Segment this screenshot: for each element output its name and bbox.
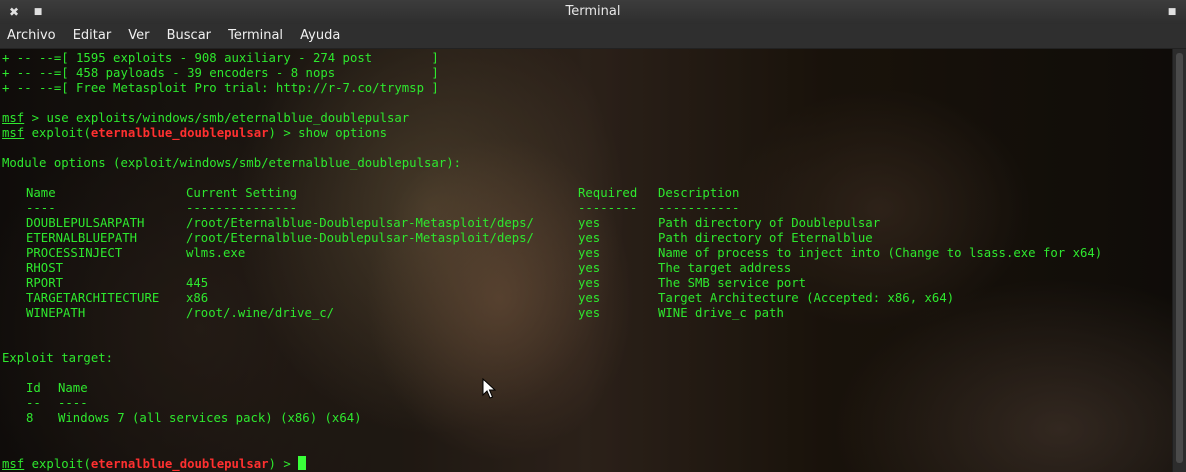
option-required: yes bbox=[578, 306, 601, 320]
banner-line: + -- --=[ Free Metasploit Pro trial: htt… bbox=[2, 81, 439, 95]
msf-prompt: msf bbox=[2, 126, 25, 140]
col-underline: -------- bbox=[578, 201, 638, 215]
option-setting: /root/.wine/drive_c/ bbox=[186, 306, 335, 320]
active-prompt-line[interactable]: msf exploit(eternalblue_doublepulsar) > bbox=[2, 456, 307, 471]
use-command: use exploits/windows/smb/eternalblue_dou… bbox=[46, 111, 410, 125]
window-title: Terminal bbox=[565, 4, 621, 19]
mouse-pointer-icon bbox=[482, 378, 496, 399]
col-underline: ---- bbox=[58, 396, 88, 410]
menu-archivo[interactable]: Archivo bbox=[0, 24, 62, 48]
option-setting: wlms.exe bbox=[186, 246, 246, 260]
option-setting: /root/Eternalblue-Doublepulsar-Metasploi… bbox=[186, 231, 534, 245]
option-name: PROCESSINJECT bbox=[26, 246, 123, 260]
target-name: Windows 7 (all services pack) (x86) (x64… bbox=[58, 411, 362, 425]
col-underline: ----------- bbox=[658, 201, 740, 215]
title-bar[interactable]: ✖ ■ Terminal ■ bbox=[0, 0, 1186, 24]
option-description: Target Architecture (Accepted: x86, x64) bbox=[658, 291, 955, 305]
col-underline: -- bbox=[26, 396, 41, 410]
text-cursor bbox=[298, 456, 307, 470]
option-name: DOUBLEPULSARPATH bbox=[26, 216, 145, 230]
use-command-line: msf > use exploits/windows/smb/eternalbl… bbox=[2, 111, 410, 125]
scrollbar[interactable] bbox=[1172, 49, 1186, 472]
option-description: The SMB service port bbox=[658, 276, 807, 290]
banner-line: + -- --=[ 458 payloads - 39 encoders - 8… bbox=[2, 66, 439, 80]
show-options-line: msf exploit(eternalblue_doublepulsar) > … bbox=[2, 126, 388, 140]
col-header-name: Name bbox=[26, 186, 56, 200]
target-id: 8 bbox=[26, 411, 34, 425]
module-options-header: Module options (exploit/windows/smb/eter… bbox=[2, 156, 462, 170]
col-header-description: Description bbox=[658, 186, 740, 200]
col-header-required: Required bbox=[578, 186, 638, 200]
option-description: Path directory of Eternalblue bbox=[658, 231, 873, 245]
menu-ayuda[interactable]: Ayuda bbox=[294, 24, 346, 48]
terminal-output[interactable]: + -- --=[ 1595 exploits - 908 auxiliary … bbox=[0, 49, 1172, 472]
module-name: eternalblue_doublepulsar bbox=[90, 457, 269, 471]
menu-terminal[interactable]: Terminal bbox=[222, 24, 289, 48]
option-name: ETERNALBLUEPATH bbox=[26, 231, 138, 245]
option-description: Path directory of Doublepulsar bbox=[658, 216, 881, 230]
option-description: The target address bbox=[658, 261, 792, 275]
show-command: show options bbox=[298, 126, 388, 140]
msf-prompt: msf bbox=[2, 111, 25, 125]
target-col-id: Id bbox=[26, 381, 41, 395]
option-required: yes bbox=[578, 216, 601, 230]
maximize-icon[interactable]: ■ bbox=[1164, 4, 1180, 20]
target-col-name: Name bbox=[58, 381, 88, 395]
menu-editar[interactable]: Editar bbox=[67, 24, 118, 48]
menu-buscar[interactable]: Buscar bbox=[161, 24, 217, 48]
option-name: RHOST bbox=[26, 261, 64, 275]
banner-line: + -- --=[ 1595 exploits - 908 auxiliary … bbox=[2, 51, 439, 65]
option-setting: 445 bbox=[186, 276, 209, 290]
option-name: WINEPATH bbox=[26, 306, 86, 320]
option-required: yes bbox=[578, 261, 601, 275]
option-description: WINE drive_c path bbox=[658, 306, 784, 320]
terminal-window: ✖ ■ Terminal ■ Archivo Editar Ver Buscar… bbox=[0, 0, 1186, 472]
option-setting: /root/Eternalblue-Doublepulsar-Metasploi… bbox=[186, 216, 534, 230]
col-header-setting: Current Setting bbox=[186, 186, 298, 200]
option-setting: x86 bbox=[186, 291, 209, 305]
col-underline: --------------- bbox=[186, 201, 298, 215]
menu-bar: Archivo Editar Ver Buscar Terminal Ayuda bbox=[0, 24, 1186, 49]
option-required: yes bbox=[578, 276, 601, 290]
exploit-target-header: Exploit target: bbox=[2, 351, 114, 365]
option-required: yes bbox=[578, 246, 601, 260]
msf-prompt: msf bbox=[2, 457, 25, 471]
option-description: Name of process to inject into (Change t… bbox=[658, 246, 1103, 260]
col-underline: ---- bbox=[26, 201, 56, 215]
option-name: TARGETARCHITECTURE bbox=[26, 291, 160, 305]
option-required: yes bbox=[578, 291, 601, 305]
option-required: yes bbox=[578, 231, 601, 245]
scrollbar-thumb[interactable] bbox=[1176, 53, 1183, 463]
module-name: eternalblue_doublepulsar bbox=[90, 126, 269, 140]
menu-ver[interactable]: Ver bbox=[122, 24, 155, 48]
option-name: RPORT bbox=[26, 276, 64, 290]
